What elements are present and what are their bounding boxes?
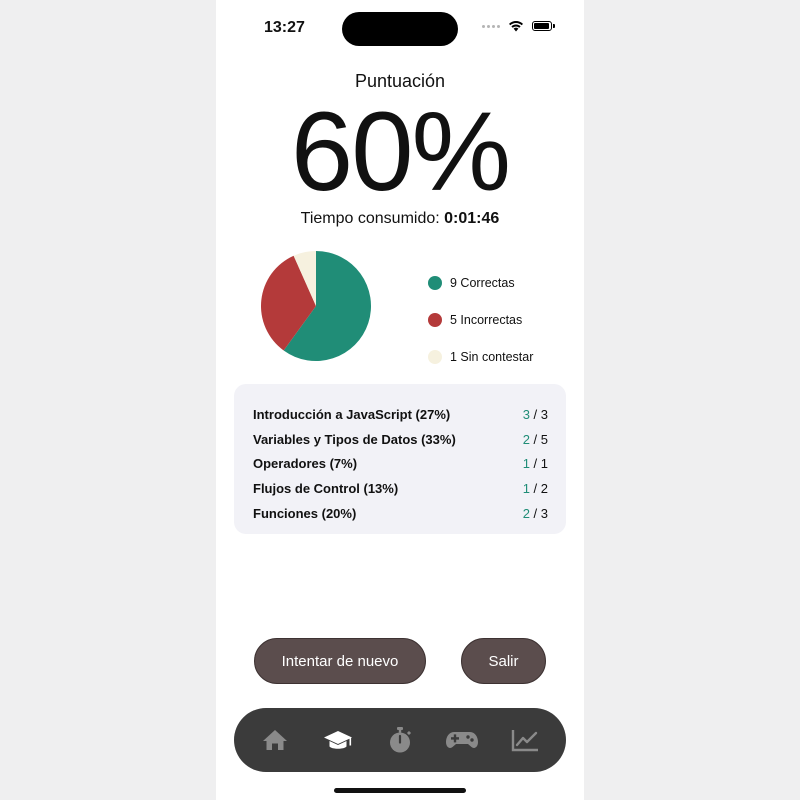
phone-screen: 13:27 Puntuación 60% Tiempo consumido: 0… [216,0,584,800]
chart-legend: 9 Correctas 5 Incorrectas 1 Sin contesta… [428,264,533,375]
signal-icon [482,24,500,28]
topic-row: Funciones (20%) 2 / 3 [253,501,548,526]
topic-score: 3 / 3 [522,406,548,422]
stopwatch-icon [389,727,411,753]
legend-dot-correct [428,275,442,290]
tab-learn[interactable] [320,722,356,758]
retry-button[interactable]: Intentar de nuevo [254,638,426,684]
time-consumed: Tiempo consumido: 0:01:46 [216,210,584,228]
tab-games[interactable] [444,722,480,758]
graduation-cap-icon [323,731,352,749]
time-label: Tiempo consumido: [300,210,440,227]
topic-row: Operadores (7%) 1 / 1 [253,452,548,477]
topic-row: Variables y Tipos de Datos (33%) 2 / 5 [253,427,548,452]
exit-button[interactable]: Salir [461,638,546,684]
wifi-icon [509,21,523,32]
topic-score: 1 / 2 [522,481,548,497]
topic-score: 2 / 5 [522,431,548,447]
topic-total: 2 [540,481,548,497]
home-icon [263,730,288,750]
topic-name: Variables y Tipos de Datos (33%) [253,431,456,447]
legend-label-unanswered: 1 Sin contestar [450,349,534,364]
gamepad-icon [446,732,479,748]
topic-correct: 2 [522,431,530,447]
legend-item-incorrect: 5 Incorrectas [428,301,533,338]
topic-name: Introducción a JavaScript (27%) [253,406,451,422]
topic-name: Flujos de Control (13%) [253,481,399,497]
topic-name: Funciones (20%) [253,506,357,522]
dynamic-island [342,12,458,46]
topic-score: 2 / 3 [522,506,548,522]
topic-correct: 1 [522,481,530,497]
tab-home[interactable] [257,722,293,758]
topic-name: Operadores (7%) [253,456,358,472]
results-pie-chart [260,250,372,362]
tab-stats[interactable] [507,722,543,758]
topic-correct: 3 [522,406,530,422]
tab-timer[interactable] [382,722,418,758]
topic-total: 1 [540,456,548,472]
topic-total: 5 [540,431,548,447]
legend-label-incorrect: 5 Incorrectas [450,312,523,327]
time-value: 0:01:46 [444,210,500,227]
score-value: 60% [290,89,511,214]
topic-row: Introducción a JavaScript (27%) 3 / 3 [253,402,548,427]
legend-item-unanswered: 1 Sin contestar [428,338,533,375]
topic-total: 3 [540,506,548,522]
topic-breakdown-card: Introducción a JavaScript (27%) 3 / 3 Va… [234,384,566,534]
battery-icon [532,21,555,31]
topic-score: 1 / 1 [522,456,548,472]
legend-dot-incorrect [428,312,442,327]
pie-svg [261,251,371,361]
legend-label-correct: 9 Correctas [450,275,515,290]
legend-dot-unanswered [428,349,442,364]
topic-row: Flujos de Control (13%) 1 / 2 [253,476,548,501]
chart-line-icon [511,730,538,752]
topic-total: 3 [540,406,548,422]
tab-bar [234,708,566,772]
topic-correct: 2 [522,506,530,522]
status-icons [482,20,555,32]
legend-item-correct: 9 Correctas [428,264,533,301]
home-indicator [334,788,466,793]
topic-correct: 1 [522,456,530,472]
status-time: 13:27 [264,19,305,36]
